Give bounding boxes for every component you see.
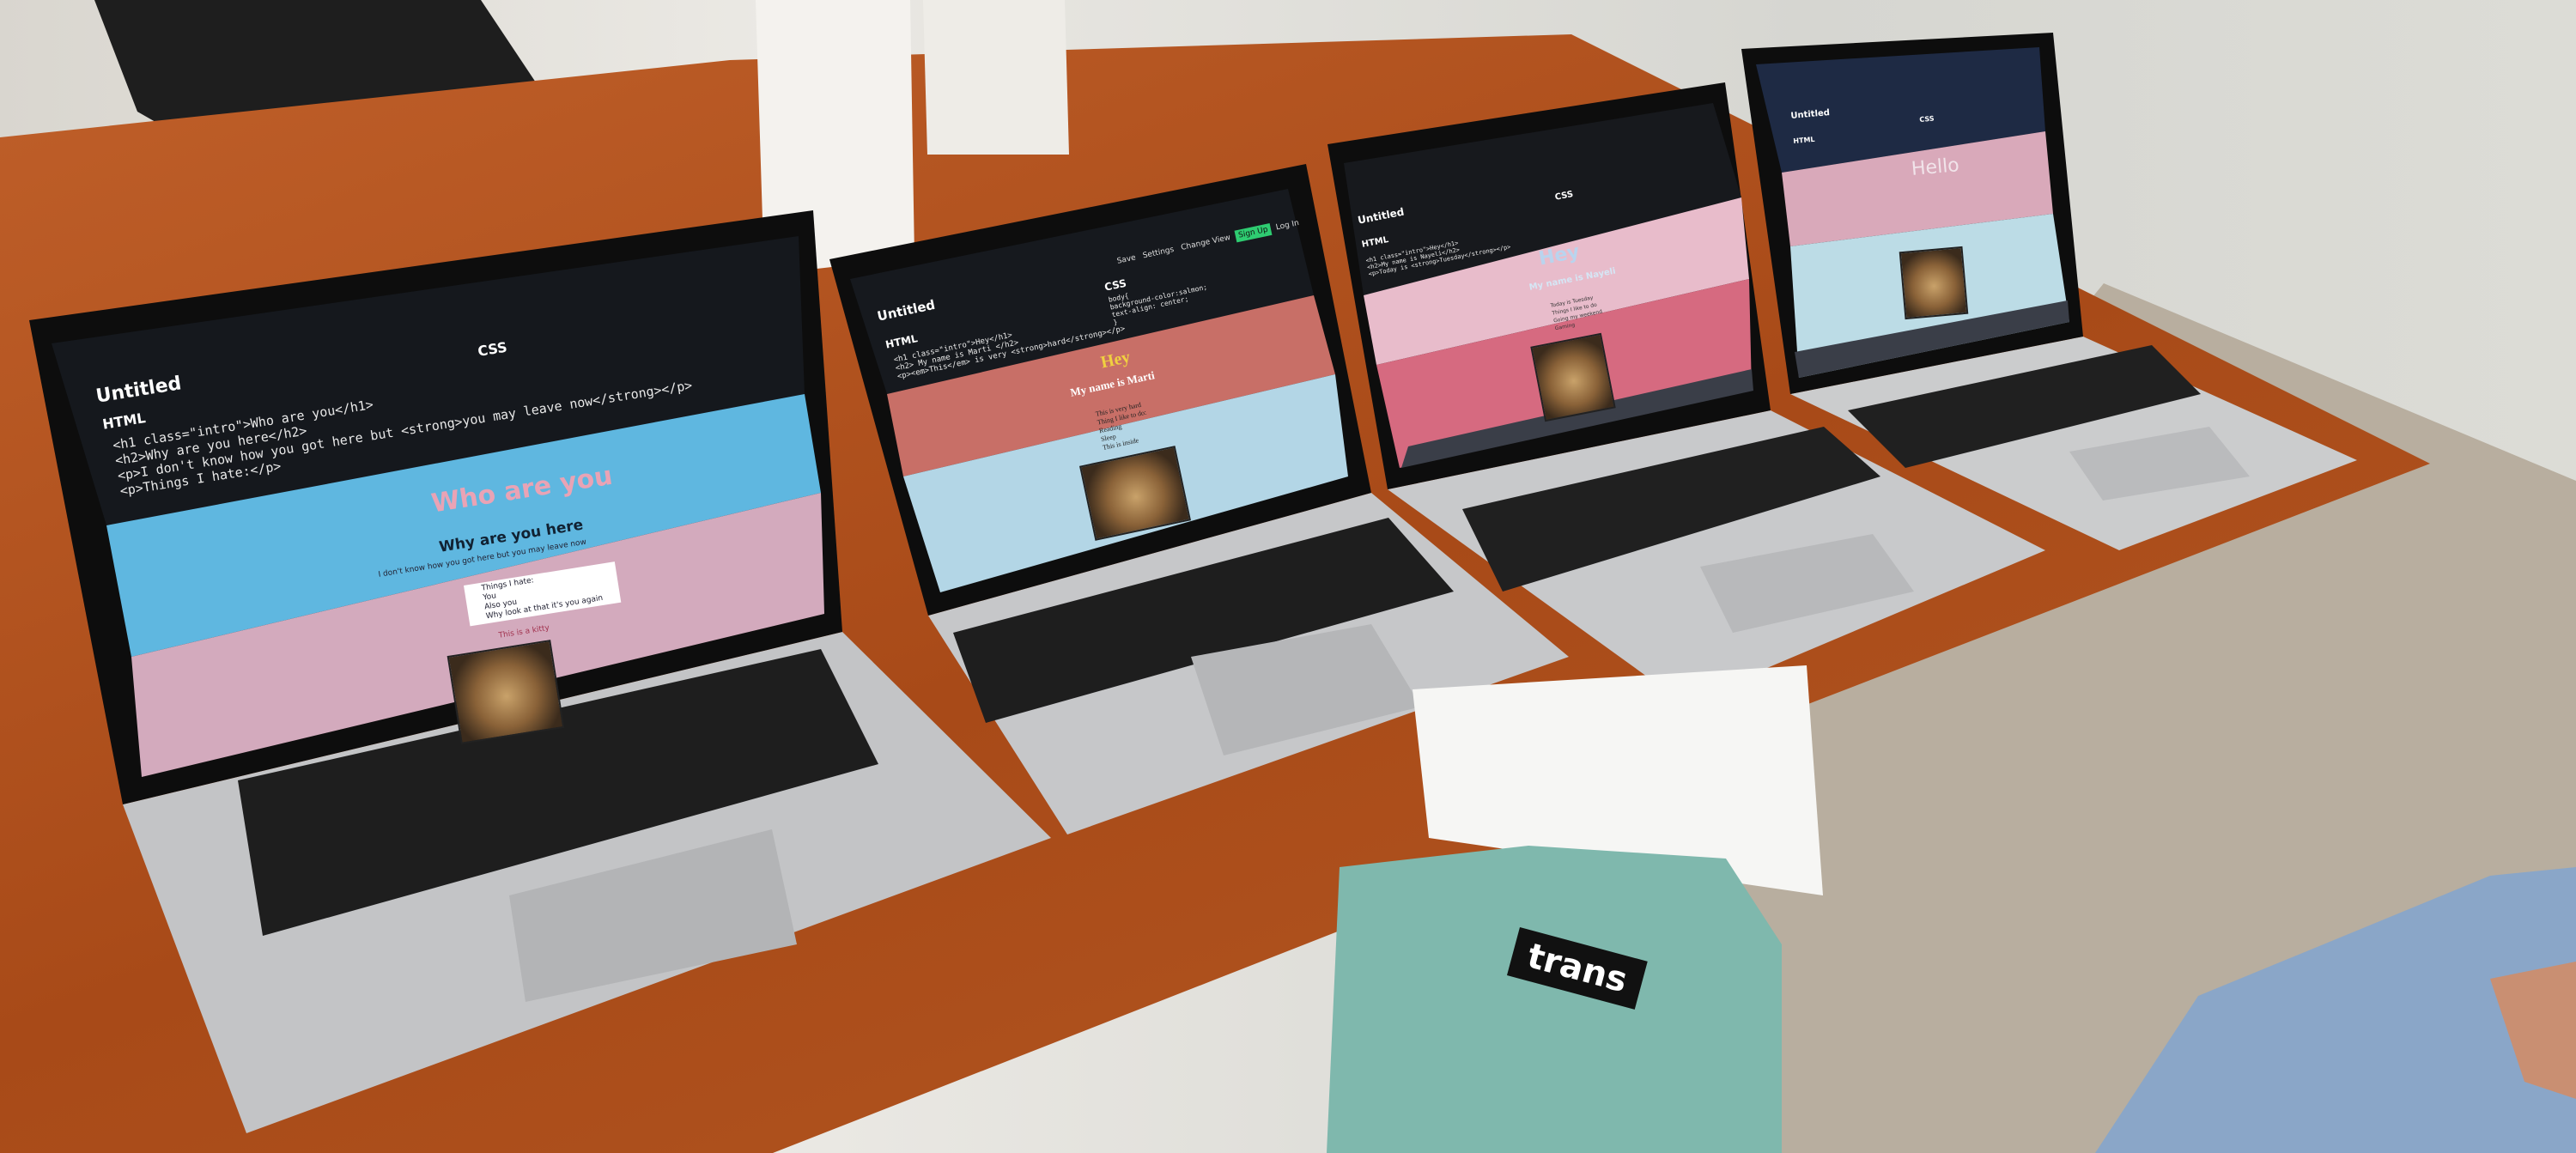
monkey-image — [1530, 332, 1616, 422]
preview-heading: Hello — [1911, 155, 1960, 180]
monkey-image — [1899, 246, 1969, 320]
css-panel-label: CSS — [1919, 114, 1935, 124]
kitten-image — [447, 640, 565, 744]
